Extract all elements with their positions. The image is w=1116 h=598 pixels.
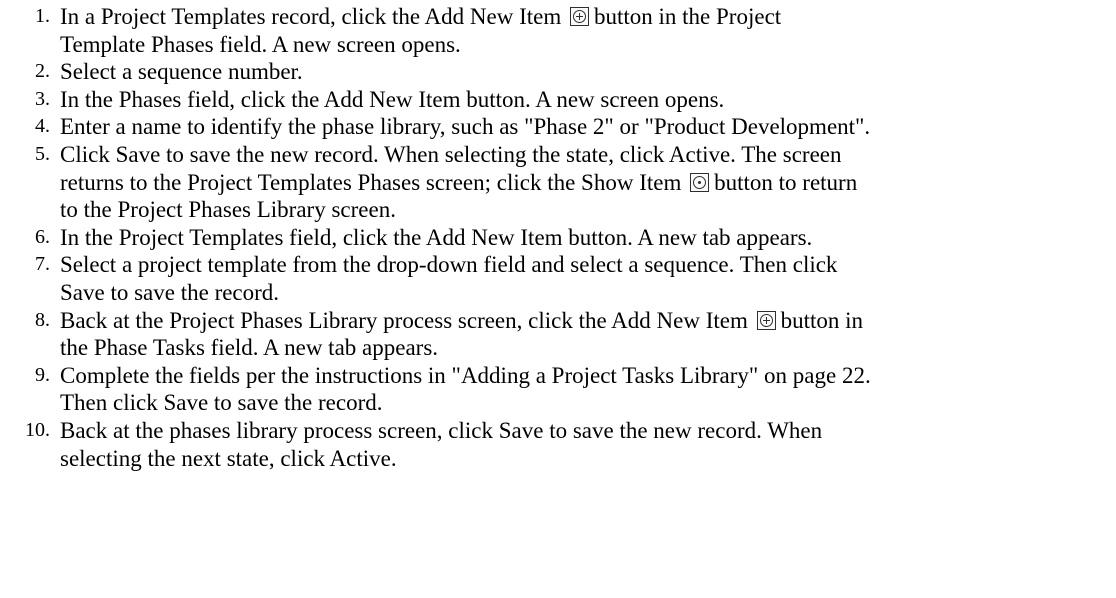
step-number: 1. [35,5,50,27]
step-text-line: returns to the Project Templates Phases … [60,169,1116,197]
step-text: button to return [714,169,858,195]
step-text-line: the Phase Tasks field. A new tab appears… [60,334,1116,362]
step-number: 10. [25,418,50,441]
step-number: 5. [35,142,50,165]
step-number: 8. [35,308,50,331]
step-text: In the Phases field, click the Add New I… [60,86,725,112]
step-text: the Phase Tasks field. A new tab appears… [60,335,439,361]
step-text: Click Save to save the new record. When … [60,141,842,167]
step-3: 3. In the Phases field, click the Add Ne… [0,86,1116,114]
step-text-line: Click Save to save the new record. When … [60,141,1116,169]
step-text: In a Project Templates record, click the… [60,4,562,29]
step-text: Complete the fields per the instructions… [60,362,871,388]
step-text-line: In the Phases field, click the Add New I… [60,86,1116,114]
step-9: 9. Complete the fields per the instructi… [0,362,1116,417]
step-text-line: Template Phases field. A new screen open… [60,31,1116,59]
step-10: 10. Back at the phases library process s… [0,417,1116,472]
step-text: Back at the phases library process scree… [60,417,823,443]
step-text: Save to save the record. [60,279,280,305]
procedure-steps-list: 1. In a Project Templates record, click … [0,3,1116,472]
step-text-line: Then click Save to save the record. [60,389,1116,417]
show-item-icon [690,172,710,192]
step-text-line: Back at the Project Phases Library proce… [60,307,1116,335]
step-text: button in [780,307,864,333]
step-text-line: Complete the fields per the instructions… [60,362,1116,390]
step-text: button in the Project [594,4,782,29]
step-text-line: Back at the phases library process scree… [60,417,1116,445]
step-7: 7. Select a project template from the dr… [0,251,1116,306]
step-text-line: to the Project Phases Library screen. [60,196,1116,224]
step-number: 7. [35,253,50,276]
step-text: Select a sequence number. [60,59,303,85]
step-text: Template Phases field. A new screen open… [60,31,461,57]
step-text-line: Select a sequence number. [60,58,1116,86]
step-4: 4. Enter a name to identify the phase li… [0,113,1116,141]
step-text: Then click Save to save the record. [60,390,383,416]
step-8: 8. Back at the Project Phases Library pr… [0,307,1116,362]
step-text: Select a project template from the drop-… [60,252,838,278]
step-1: 1. In a Project Templates record, click … [0,3,1116,58]
step-number: 2. [35,60,50,83]
add-new-item-icon [570,7,589,26]
step-text: In the Project Templates field, click th… [60,224,813,250]
step-text: selecting the next state, click Active. [60,445,397,471]
step-number: 6. [35,225,50,248]
step-text: to the Project Phases Library screen. [60,197,396,223]
step-5: 5. Click Save to save the new record. Wh… [0,141,1116,224]
step-text-line: In a Project Templates record, click the… [60,3,1116,31]
step-6: 6. In the Project Templates field, click… [0,224,1116,252]
step-text: returns to the Project Templates Phases … [60,169,682,195]
step-text-line: Select a project template from the drop-… [60,251,1116,279]
step-text: Enter a name to identify the phase libra… [60,114,871,140]
step-text-line: In the Project Templates field, click th… [60,224,1116,252]
step-text-line: selecting the next state, click Active. [60,445,1116,473]
step-text-line: Enter a name to identify the phase libra… [60,113,1116,141]
step-number: 4. [35,115,50,138]
step-text-line: Save to save the record. [60,279,1116,307]
step-text: Back at the Project Phases Library proce… [60,307,748,333]
step-number: 9. [35,363,50,386]
document-page: 1. In a Project Templates record, click … [0,0,1116,598]
step-2: 2. Select a sequence number. [0,58,1116,86]
add-new-item-icon [756,310,776,330]
step-number: 3. [35,87,50,110]
